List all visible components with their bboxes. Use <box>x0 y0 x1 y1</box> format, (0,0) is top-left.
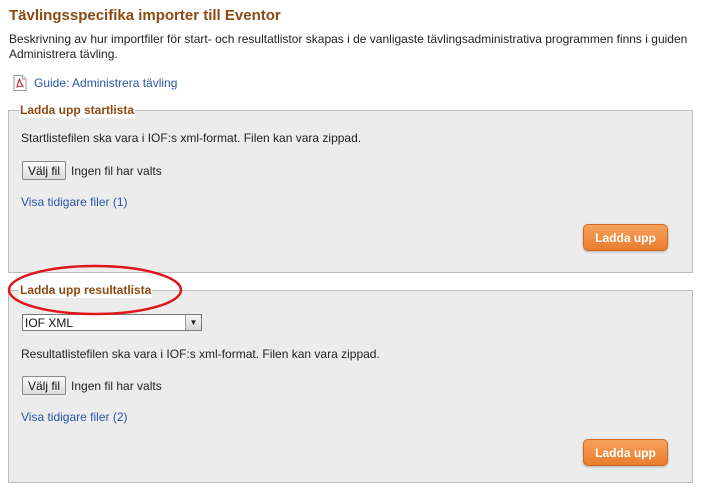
resultlist-legend: Ladda upp resultatlista <box>19 282 153 298</box>
result-format-value: IOF XML <box>25 315 74 330</box>
startlist-legend: Ladda upp startlista <box>19 102 136 118</box>
resultlist-file-input[interactable]: Välj fil Ingen fil har valts <box>22 376 162 395</box>
guide-link[interactable]: Guide: Administrera tävling <box>34 76 177 90</box>
resultlist-choose-file-button[interactable]: Välj fil <box>22 376 67 395</box>
resultlist-file-status: Ingen fil har valts <box>71 378 162 393</box>
startlist-upload-button[interactable]: Ladda upp <box>583 224 668 251</box>
startlist-previous-files-link[interactable]: Visa tidigare filer (1) <box>21 195 128 209</box>
result-format-select[interactable]: IOF XML ▼ <box>22 314 202 331</box>
page-description: Beskrivning av hur importfiler för start… <box>9 32 688 61</box>
guide-link-row[interactable]: Guide: Administrera tävling <box>13 75 177 91</box>
resultlist-previous-files-link[interactable]: Visa tidigare filer (2) <box>21 410 128 424</box>
resultlist-upload-button[interactable]: Ladda upp <box>583 439 668 466</box>
resultlist-info: Resultatlistefilen ska vara i IOF:s xml-… <box>21 347 380 361</box>
pdf-icon <box>13 75 27 91</box>
startlist-section: Ladda upp startlista Startlistefilen ska… <box>8 102 693 273</box>
startlist-file-input[interactable]: Välj fil Ingen fil har valts <box>22 161 162 180</box>
resultlist-section: Ladda upp resultatlista IOF XML ▼ Result… <box>8 282 693 483</box>
startlist-info: Startlistefilen ska vara i IOF:s xml-for… <box>21 131 362 145</box>
page-title: Tävlingsspecifika importer till Eventor <box>9 7 281 24</box>
startlist-choose-file-button[interactable]: Välj fil <box>22 161 67 180</box>
chevron-down-icon[interactable]: ▼ <box>185 315 201 330</box>
startlist-file-status: Ingen fil har valts <box>71 163 162 178</box>
